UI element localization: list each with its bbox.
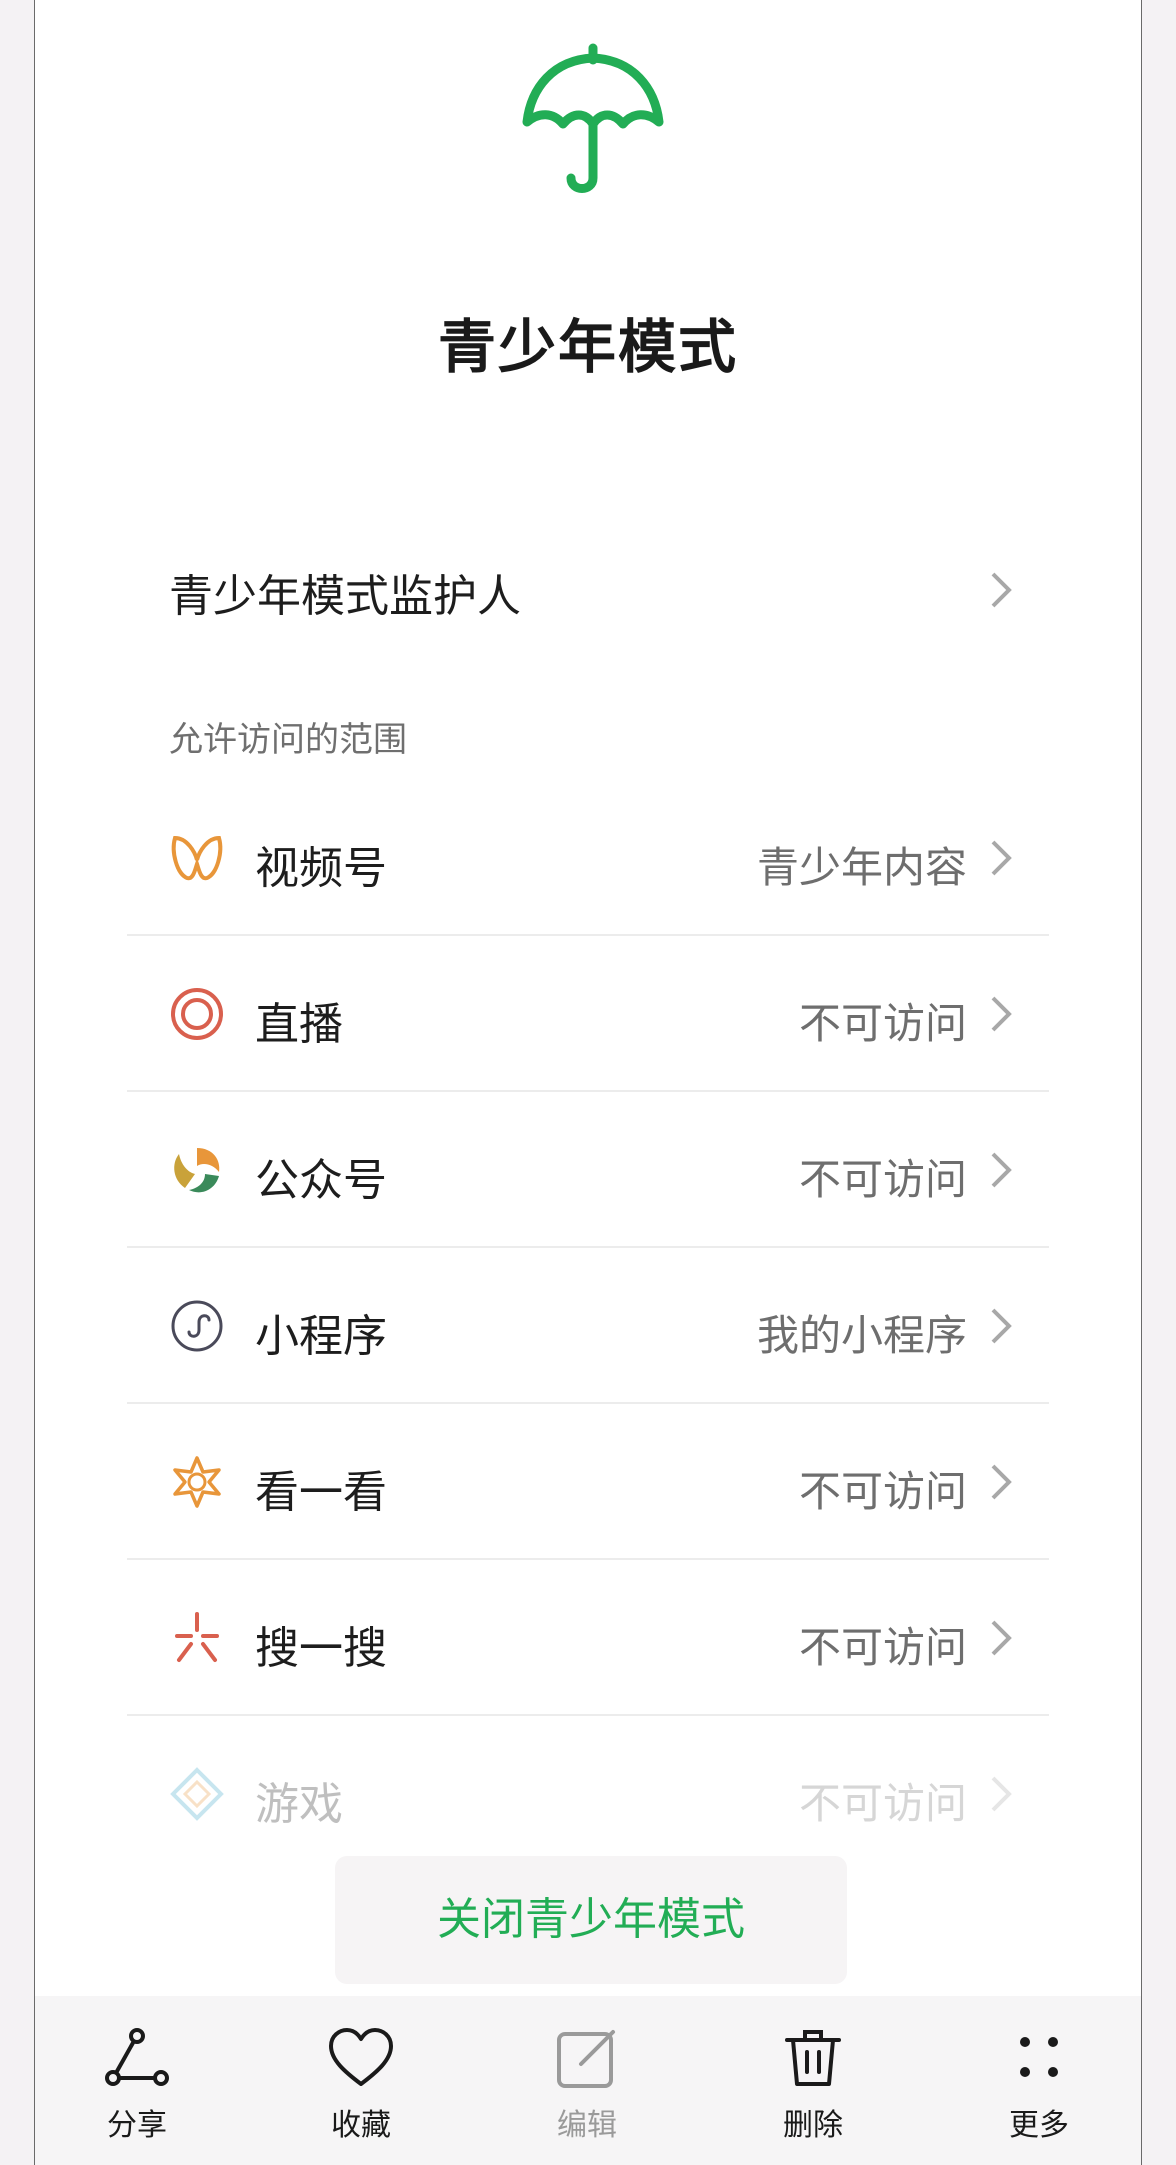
row-channels[interactable]: 视频号 青少年内容 (35, 780, 1141, 936)
chevron-right-icon (991, 1776, 1012, 1812)
row-label: 看一看 (255, 1467, 387, 1518)
row-value: 不可访问 (798, 1155, 967, 1204)
row-official-accounts[interactable]: 公众号 不可访问 (35, 1092, 1141, 1248)
row-value: 不可访问 (798, 1467, 967, 1516)
row-label: 视频号 (255, 843, 387, 894)
section-label: 允许访问的范围 (169, 720, 407, 760)
row-mini-programs[interactable]: 小程序 我的小程序 (35, 1248, 1141, 1404)
row-label: 小程序 (255, 1311, 387, 1362)
chevron-right-icon (991, 996, 1012, 1032)
row-value: 不可访问 (798, 1623, 967, 1672)
edit-button[interactable]: 编辑 (507, 1996, 667, 2165)
row-live[interactable]: 直播 不可访问 (35, 936, 1141, 1092)
row-search[interactable]: 搜一搜 不可访问 (35, 1560, 1141, 1716)
favorite-label: 收藏 (331, 2108, 391, 2143)
row-label: 直播 (255, 999, 343, 1050)
chevron-right-icon (991, 1308, 1012, 1344)
chevron-right-icon (991, 572, 1012, 608)
edit-icon (557, 2030, 615, 2088)
row-value: 我的小程序 (756, 1311, 967, 1360)
row-label: 游戏 (255, 1779, 343, 1830)
share-icon (105, 2028, 169, 2086)
trash-icon (785, 2030, 841, 2086)
guardian-label: 青少年模式监护人 (169, 571, 521, 622)
channels-butterfly-icon (171, 835, 223, 881)
screen: 青少年模式 青少年模式监护人 允许访问的范围 视频号 青少年内容 直播 不可访问… (34, 0, 1142, 2165)
bottom-toolbar: 分享 收藏 编辑 删除 更多 (35, 1996, 1141, 2165)
close-teen-mode-button[interactable]: 关闭青少年模式 (335, 1856, 847, 1984)
row-label: 搜一搜 (255, 1623, 387, 1674)
edit-label: 编辑 (557, 2108, 617, 2143)
page-title: 青少年模式 (437, 313, 738, 381)
row-label: 公众号 (255, 1155, 387, 1206)
row-games[interactable]: 游戏 不可访问 (35, 1716, 1141, 1872)
chevron-right-icon (991, 840, 1012, 876)
more-dots-icon (1020, 2037, 1058, 2077)
access-scope-list: 视频号 青少年内容 直播 不可访问 公众号 不可访问 小程序 我的小程序 看一看… (35, 780, 1141, 1872)
top-stories-star-icon (173, 1456, 221, 1508)
live-target-icon (171, 988, 223, 1040)
delete-button[interactable]: 删除 (733, 1996, 893, 2165)
row-value: 青少年内容 (756, 843, 967, 892)
official-account-swirl-icon (174, 1148, 220, 1193)
chevron-right-icon (991, 1152, 1012, 1188)
games-diamond-icon (170, 1767, 224, 1821)
guardian-row[interactable]: 青少年模式监护人 (35, 548, 1141, 630)
chevron-right-icon (991, 1620, 1012, 1656)
search-burst-icon (175, 1612, 219, 1662)
chevron-right-icon (991, 1464, 1012, 1500)
umbrella-icon (522, 43, 664, 193)
share-label: 分享 (107, 2108, 167, 2143)
row-value: 不可访问 (798, 999, 967, 1048)
share-button[interactable]: 分享 (57, 1996, 217, 2165)
more-button[interactable]: 更多 (959, 1996, 1119, 2165)
mini-program-icon (171, 1300, 223, 1352)
row-value: 不可访问 (798, 1779, 967, 1828)
heart-icon (329, 2028, 393, 2086)
more-label: 更多 (1009, 2108, 1069, 2143)
delete-label: 删除 (783, 2108, 843, 2143)
favorite-button[interactable]: 收藏 (281, 1996, 441, 2165)
row-top-stories[interactable]: 看一看 不可访问 (35, 1404, 1141, 1560)
